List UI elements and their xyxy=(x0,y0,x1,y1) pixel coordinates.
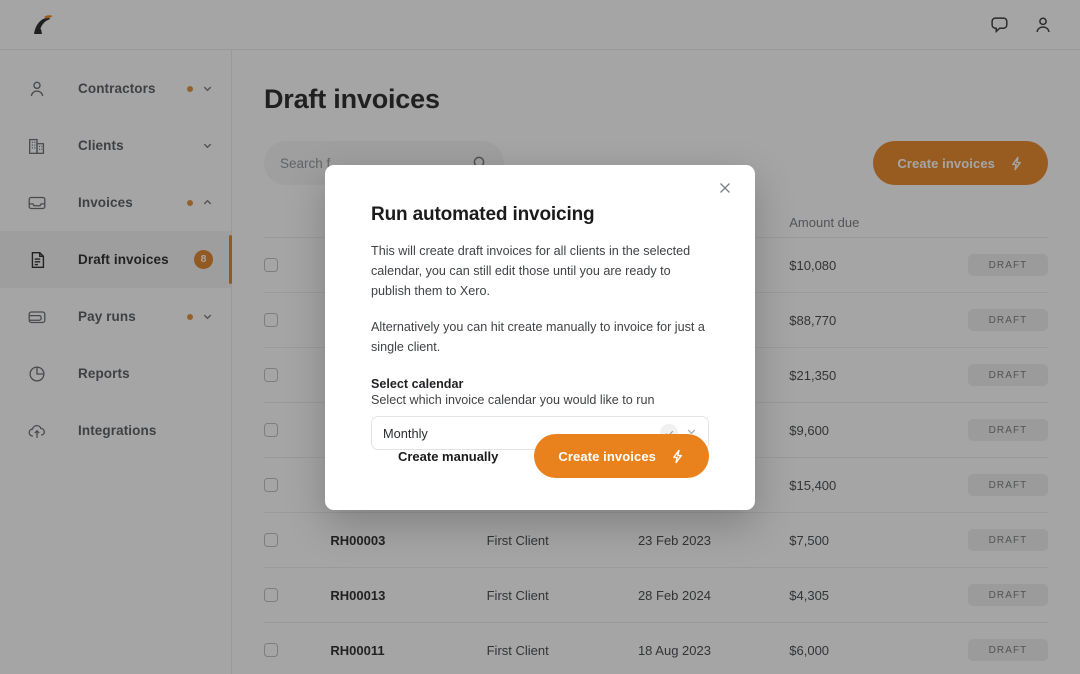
modal-paragraph-1: This will create draft invoices for all … xyxy=(371,244,691,298)
modal-paragraph-2: Alternatively you can hit create manuall… xyxy=(371,319,705,354)
modal-actions: Create manually Create invoices xyxy=(371,434,709,478)
modal-create-invoices-label: Create invoices xyxy=(558,448,656,464)
lightning-bolt-icon xyxy=(670,449,685,464)
select-calendar-hint: Select which invoice calendar you would … xyxy=(371,393,655,408)
select-calendar-label: Select calendar xyxy=(371,377,464,392)
close-icon[interactable] xyxy=(715,178,735,198)
run-automated-invoicing-modal: Run automated invoicing This will create… xyxy=(325,165,755,510)
modal-create-invoices-button[interactable]: Create invoices xyxy=(534,434,709,478)
modal-title: Run automated invoicing xyxy=(371,204,595,225)
app-root: Contractors Clients Invoices Draft invoi… xyxy=(0,0,1080,674)
create-manually-button[interactable]: Create manually xyxy=(398,449,498,464)
